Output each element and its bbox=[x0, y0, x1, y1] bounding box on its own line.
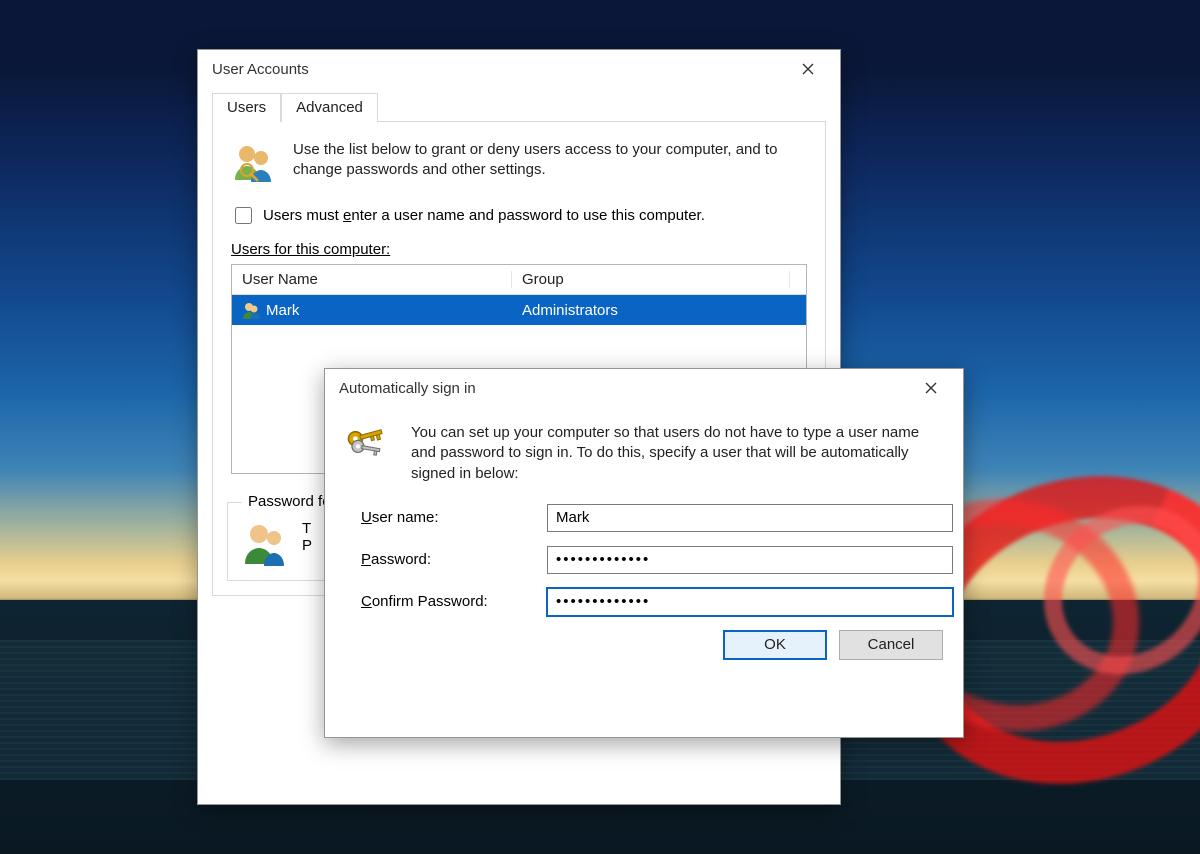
users-list-label: Users for this computer: bbox=[231, 241, 807, 258]
cell-username: Mark bbox=[266, 302, 299, 319]
col-group[interactable]: Group bbox=[512, 271, 790, 288]
close-button[interactable] bbox=[909, 373, 953, 403]
title-bar[interactable]: User Accounts bbox=[198, 50, 840, 88]
user-icon bbox=[242, 520, 288, 566]
users-list-header[interactable]: User Name Group bbox=[232, 265, 806, 295]
desktop-background: User Accounts Users Advanced bbox=[0, 0, 1200, 854]
intro-row: Use the list below to grant or deny user… bbox=[231, 140, 807, 184]
row-confirm: Confirm Password: bbox=[361, 588, 943, 616]
row-password: Password: bbox=[361, 546, 943, 574]
password-label: Password: bbox=[361, 551, 547, 568]
intro-row: You can set up your computer so that use… bbox=[345, 423, 943, 484]
intro-text: You can set up your computer so that use… bbox=[411, 423, 943, 484]
username-input[interactable] bbox=[547, 504, 953, 532]
tab-strip: Users Advanced bbox=[212, 92, 826, 122]
close-icon bbox=[925, 382, 937, 394]
title-bar[interactable]: Automatically sign in bbox=[325, 369, 963, 407]
user-icon bbox=[242, 301, 260, 319]
username-label: User name: bbox=[361, 509, 547, 526]
confirm-label: Confirm Password: bbox=[361, 593, 547, 610]
form: User name: Password: Confirm Password: bbox=[361, 504, 943, 616]
require-login-label: Users must enter a user name and passwor… bbox=[263, 207, 705, 224]
window-title: User Accounts bbox=[212, 61, 309, 78]
dialog-button-row: OK Cancel bbox=[345, 630, 943, 660]
users-icon bbox=[231, 140, 275, 184]
users-list-row[interactable]: Mark Administrators bbox=[232, 295, 806, 325]
col-username[interactable]: User Name bbox=[232, 271, 512, 288]
password-input[interactable] bbox=[547, 546, 953, 574]
require-login-row[interactable]: Users must enter a user name and passwor… bbox=[231, 204, 807, 227]
cell-group: Administrators bbox=[512, 302, 790, 319]
tab-users[interactable]: Users bbox=[212, 93, 281, 122]
close-icon bbox=[802, 63, 814, 75]
dialog-body: You can set up your computer so that use… bbox=[325, 407, 963, 676]
close-button[interactable] bbox=[786, 54, 830, 84]
cancel-button[interactable]: Cancel bbox=[839, 630, 943, 660]
tab-advanced[interactable]: Advanced bbox=[281, 93, 378, 122]
confirm-password-input[interactable] bbox=[547, 588, 953, 616]
window-title: Automatically sign in bbox=[339, 380, 476, 397]
keys-icon bbox=[345, 423, 389, 471]
password-groupbox-text: T P bbox=[302, 520, 312, 566]
auto-sign-in-dialog: Automatically sign in bbox=[324, 368, 964, 738]
ok-button[interactable]: OK bbox=[723, 630, 827, 660]
intro-text: Use the list below to grant or deny user… bbox=[293, 140, 807, 184]
require-login-checkbox[interactable] bbox=[235, 207, 252, 224]
row-username: User name: bbox=[361, 504, 943, 532]
